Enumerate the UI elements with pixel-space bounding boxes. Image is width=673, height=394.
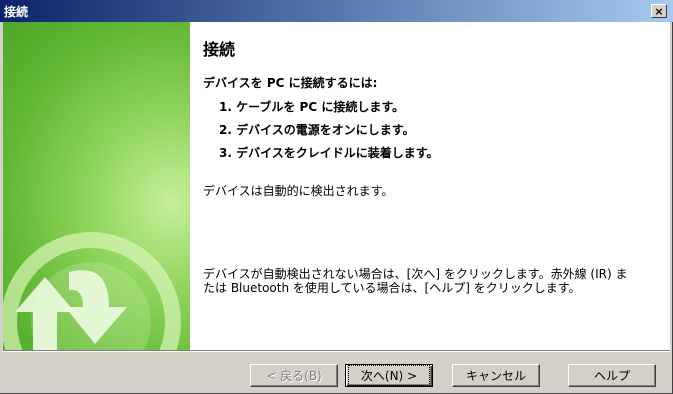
step-item: 1. ケーブルを PC に接続します。 bbox=[219, 100, 405, 114]
step-item: 2. デバイスの電源をオンにします。 bbox=[219, 123, 415, 137]
side-panel-graphic bbox=[3, 22, 190, 350]
intro-text: デバイスを PC に接続するには: bbox=[203, 76, 378, 90]
next-button[interactable]: 次へ(N) > bbox=[345, 364, 433, 387]
help-note: デバイスが自動検出されない場合は、[次へ] をクリックします。赤外線 (IR) … bbox=[203, 267, 643, 295]
cancel-button[interactable]: キャンセル bbox=[452, 364, 540, 387]
help-note-line: たは Bluetooth を使用している場合は、[ヘルプ] をクリックします。 bbox=[203, 281, 581, 295]
close-icon: × bbox=[654, 4, 664, 18]
content-area: 接続 デバイスを PC に接続するには: 1. ケーブルを PC に接続します。… bbox=[203, 22, 663, 350]
connect-dialog: 接続 × 接続 デバイスを PC に接続するには: 1. ケーブルを PC に接… bbox=[0, 0, 673, 394]
help-note-line: デバイスが自動検出されない場合は、[次へ] をクリックします。赤外線 (IR) … bbox=[203, 267, 628, 281]
auto-detect-text: デバイスは自動的に検出されます。 bbox=[203, 184, 394, 198]
help-button[interactable]: ヘルプ bbox=[568, 364, 656, 387]
footer-divider bbox=[3, 350, 670, 352]
steps-list: 1. ケーブルを PC に接続します。 2. デバイスの電源をオンにします。 3… bbox=[219, 99, 439, 168]
close-button[interactable]: × bbox=[651, 4, 667, 18]
step-item: 3. デバイスをクレイドルに装着します。 bbox=[219, 146, 439, 160]
window-title: 接続 bbox=[4, 5, 29, 19]
next-button-label: 次へ(N) > bbox=[347, 365, 431, 386]
back-button[interactable]: < 戻る(B) bbox=[250, 364, 338, 387]
dialog-body: 接続 デバイスを PC に接続するには: 1. ケーブルを PC に接続します。… bbox=[3, 22, 670, 350]
title-bar[interactable]: 接続 × bbox=[0, 0, 673, 22]
sync-arrows-icon bbox=[3, 232, 181, 350]
page-heading: 接続 bbox=[203, 40, 236, 59]
